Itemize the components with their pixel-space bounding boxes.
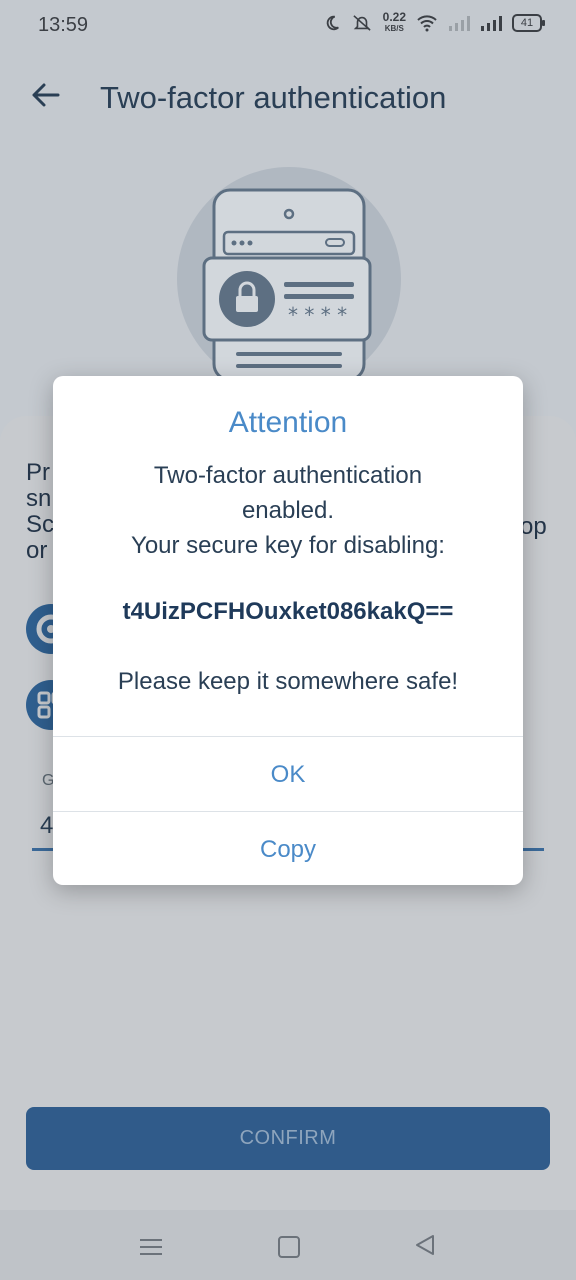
ok-button[interactable]: OK <box>53 738 523 811</box>
description-line: sn <box>26 485 52 512</box>
dialog-divider <box>53 736 523 737</box>
page-title: Two-factor authentication <box>100 80 447 115</box>
wifi-icon <box>417 15 437 32</box>
confirm-button[interactable]: CONFIRM <box>26 1107 550 1170</box>
description-line: or <box>26 537 48 564</box>
attention-dialog: Attention Two-factor authentication enab… <box>53 376 523 885</box>
system-nav-bar <box>0 1210 576 1280</box>
back-arrow-icon[interactable] <box>28 78 62 112</box>
description-line: op <box>520 513 547 540</box>
description-line: Pr <box>26 459 50 486</box>
description-line: Sc <box>26 511 55 538</box>
nav-back-icon[interactable] <box>414 1233 436 1257</box>
status-bar: 13:59 0.22 KB/S 41 <box>0 0 576 52</box>
copy-button[interactable]: Copy <box>53 813 523 885</box>
dialog-message-line: enabled. <box>241 497 335 524</box>
battery-level: 41 <box>520 17 534 29</box>
safe-note: Please keep it somewhere safe! <box>117 668 459 695</box>
dialog-title: Attention <box>228 406 348 439</box>
dialog-message: Two-factor authentication enabled. Your … <box>73 458 503 563</box>
svg-text:* * * *: * * * * <box>288 303 347 327</box>
network-speed-unit: KB/S <box>384 24 404 33</box>
nav-home-icon[interactable] <box>278 1236 300 1258</box>
signal-icon <box>481 16 502 31</box>
app-header: Two-factor authentication <box>0 60 576 136</box>
moon-icon <box>326 15 339 31</box>
nav-menu-icon[interactable] <box>140 1234 162 1260</box>
dialog-message-line: Two-factor authentication <box>153 462 423 489</box>
mute-icon <box>353 15 371 31</box>
status-icons: 0.22 KB/S 41 <box>323 10 545 34</box>
dialog-message-line: Your secure key for disabling: <box>131 532 445 559</box>
phone-lock-illustration: * * * * <box>177 167 401 391</box>
network-speed: 0.22 KB/S <box>382 10 406 34</box>
secure-key: t4UizPCFHOuxket086kakQ== <box>122 598 454 625</box>
battery-icon: 41 <box>512 14 545 32</box>
status-time: 13:59 <box>38 14 89 36</box>
dialog-divider <box>53 811 523 812</box>
code-input[interactable]: 4 <box>40 812 53 840</box>
signal-icon <box>449 16 470 31</box>
network-speed-value: 0.22 <box>382 10 406 24</box>
